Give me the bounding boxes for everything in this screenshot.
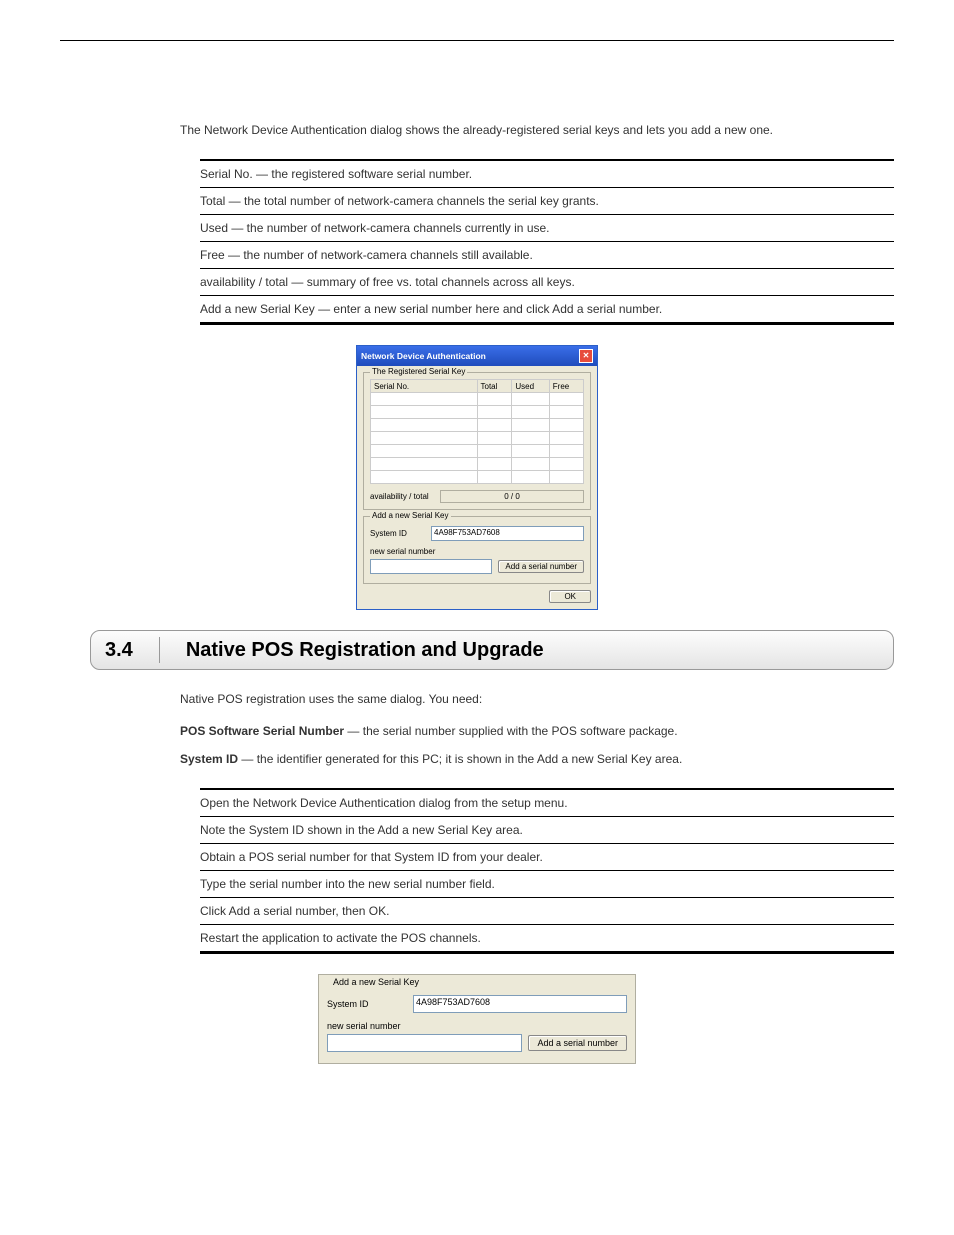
col-used: Used	[512, 380, 549, 393]
add-serial-button[interactable]: Add a serial number	[528, 1035, 627, 1051]
system-id-field: 4A98F753AD7608	[413, 995, 627, 1013]
section-divider	[159, 637, 160, 663]
fieldset-legend: Add a new Serial Key	[370, 511, 451, 520]
serial-table: Serial No. Total Used Free	[370, 379, 584, 484]
intro-paragraph: The Network Device Authentication dialog…	[180, 121, 894, 139]
system-id-label: System ID	[327, 999, 407, 1009]
registered-serial-fieldset: The Registered Serial Key Serial No. Tot…	[363, 372, 591, 510]
section-number: 3.4	[105, 639, 133, 662]
list-item: Total — the total number of network-came…	[200, 188, 894, 215]
page-top-rule	[60, 40, 894, 41]
network-device-auth-dialog: Network Device Authentication ✕ The Regi…	[356, 345, 598, 610]
fieldset-legend: The Registered Serial Key	[370, 367, 467, 376]
system-id-def-text: — the identifier generated for this PC; …	[238, 752, 682, 766]
section-intro: Native POS registration uses the same di…	[180, 690, 894, 708]
list-item: Add a new Serial Key — enter a new seria…	[200, 296, 894, 322]
ok-button[interactable]: OK	[549, 590, 591, 603]
col-total: Total	[477, 380, 512, 393]
add-serial-button[interactable]: Add a serial number	[498, 560, 584, 573]
list-item: Used — the number of network-camera chan…	[200, 215, 894, 242]
list-item: Type the serial number into the new seri…	[200, 871, 894, 898]
system-id-label: System ID	[370, 529, 425, 538]
dialog-titlebar: Network Device Authentication ✕	[357, 346, 597, 366]
list-item: Note the System ID shown in the Add a ne…	[200, 817, 894, 844]
availability-value: 0 / 0	[440, 490, 584, 503]
system-id-field: 4A98F753AD7608	[431, 526, 584, 541]
add-serial-fieldset: Add a new Serial Key System ID 4A98F753A…	[363, 516, 591, 584]
close-icon[interactable]: ✕	[579, 349, 593, 363]
new-serial-input[interactable]	[370, 559, 492, 574]
list-item: Restart the application to activate the …	[200, 925, 894, 951]
system-id-def-label: System ID	[180, 752, 238, 766]
list-item: availability / total — summary of free v…	[200, 269, 894, 296]
add-serial-panel: Add a new Serial Key System ID 4A98F753A…	[318, 974, 636, 1064]
bullet-list-1: Serial No. — the registered software ser…	[200, 159, 894, 325]
list-item: Open the Network Device Authentication d…	[200, 790, 894, 817]
list-item: Free — the number of network-camera chan…	[200, 242, 894, 269]
new-serial-label: new serial number	[370, 547, 584, 556]
list-item: Serial No. — the registered software ser…	[200, 161, 894, 188]
list-item: Obtain a POS serial number for that Syst…	[200, 844, 894, 871]
def-sysid: System ID — the identifier generated for…	[180, 750, 894, 768]
section-header: 3.4 Native POS Registration and Upgrade	[90, 630, 894, 670]
fieldset-legend: Add a new Serial Key	[331, 977, 421, 987]
section-title: Native POS Registration and Upgrade	[186, 639, 544, 662]
def-pos: POS Software Serial Number — the serial …	[180, 722, 894, 740]
new-serial-input[interactable]	[327, 1034, 522, 1052]
list-item: Click Add a serial number, then OK.	[200, 898, 894, 925]
availability-label: availability / total	[370, 492, 440, 501]
col-free: Free	[549, 380, 583, 393]
dialog-title-text: Network Device Authentication	[361, 351, 486, 361]
bullet-list-2: Open the Network Device Authentication d…	[200, 788, 894, 954]
pos-serial-label: POS Software Serial Number	[180, 724, 344, 738]
pos-serial-text: — the serial number supplied with the PO…	[344, 724, 678, 738]
new-serial-label: new serial number	[327, 1021, 627, 1031]
col-serial: Serial No.	[371, 380, 478, 393]
